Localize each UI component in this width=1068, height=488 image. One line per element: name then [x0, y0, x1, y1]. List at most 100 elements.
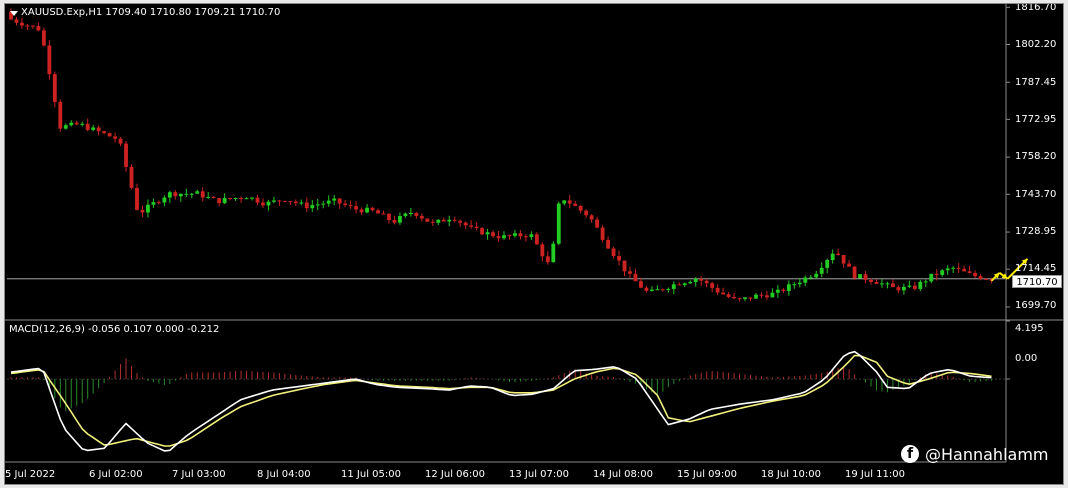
candle-body: [562, 200, 567, 204]
candle-body: [589, 215, 594, 220]
candle-body: [923, 281, 928, 283]
candle-body: [463, 222, 468, 226]
candle-body: [206, 196, 211, 198]
candle-body: [748, 297, 753, 299]
candle-body: [293, 201, 298, 204]
candle-body: [129, 166, 134, 188]
candle-body: [80, 123, 85, 125]
candle-body: [140, 209, 145, 213]
candle-body: [195, 191, 200, 194]
candle-body: [496, 236, 501, 239]
candle-body: [151, 202, 156, 205]
candle-body: [370, 207, 375, 211]
candle-body: [403, 213, 408, 216]
candle-body: [715, 287, 720, 293]
candle-body: [973, 272, 978, 277]
candle-body: [611, 248, 616, 256]
candle-body: [272, 200, 276, 202]
price-axis-label: 1699.70: [1015, 300, 1057, 311]
time-axis-label: 18 Jul 10:00: [761, 469, 821, 480]
candle-body: [228, 197, 233, 199]
candle-body: [649, 289, 654, 291]
candle-body: [233, 198, 238, 200]
candle-body: [430, 221, 435, 223]
watermark-handle: @Hannahlamm: [925, 444, 1049, 464]
time-axis-label: 11 Jul 05:00: [341, 469, 401, 480]
chart-canvas[interactable]: [5, 4, 1063, 484]
candle-body: [200, 191, 205, 198]
candle-body: [743, 297, 747, 300]
candle-body: [847, 263, 852, 267]
time-axis-label: 8 Jul 04:00: [257, 469, 311, 480]
price-axis-label: 1714.45: [1015, 263, 1057, 274]
time-axis-label: 13 Jul 07:00: [509, 469, 569, 480]
candle-body: [666, 288, 671, 290]
candle-body: [348, 205, 353, 207]
candle-body: [578, 205, 583, 211]
candle-body: [874, 281, 879, 284]
candle-body: [162, 197, 167, 203]
candle-body: [69, 122, 74, 126]
candle-body: [458, 220, 463, 223]
candle-body: [655, 289, 660, 291]
candle-body: [124, 143, 128, 167]
candle-body: [573, 203, 578, 206]
candle-body: [737, 298, 742, 300]
candle-body: [891, 283, 895, 288]
candle-body: [770, 292, 775, 298]
candle-body: [332, 198, 337, 201]
candle-body: [250, 197, 254, 199]
candle-body: [507, 235, 512, 237]
candle-body: [310, 205, 315, 209]
candle-body: [633, 273, 638, 282]
candle-body: [20, 22, 24, 26]
candle-body: [622, 260, 627, 272]
candle-body: [781, 289, 786, 291]
candle-body: [978, 276, 983, 279]
price-axis-label: 1743.70: [1015, 189, 1057, 200]
candle-body: [25, 25, 30, 27]
candle-body: [63, 125, 68, 129]
candle-body: [266, 201, 271, 206]
candle-body: [408, 213, 413, 215]
candle-body: [96, 127, 101, 132]
candle-body: [261, 202, 265, 206]
candle-body: [682, 283, 687, 286]
candle-body: [814, 273, 819, 278]
time-axis-label: 14 Jul 08:00: [593, 469, 653, 480]
candle-body: [962, 268, 967, 272]
candle-body: [326, 200, 331, 204]
candle-body: [304, 202, 309, 209]
candle-body: [545, 256, 550, 263]
candle-body: [102, 131, 107, 134]
candle-body: [808, 277, 813, 279]
candle-body: [299, 202, 304, 204]
candle-body: [863, 274, 868, 280]
candle-body: [617, 255, 621, 261]
candle-body: [343, 203, 348, 206]
macd-axis-label: 0.00: [1015, 353, 1038, 364]
candle-body: [491, 232, 495, 237]
current-price-label: 1710.70: [1012, 275, 1062, 288]
chart-window[interactable]: XAUUSD.Exp,H1 1709.40 1710.80 1709.21 17…: [4, 3, 1064, 485]
candle-body: [217, 198, 222, 204]
candle-body: [797, 282, 802, 285]
candle-body: [940, 270, 945, 275]
candle-body: [529, 234, 534, 238]
candle-body: [858, 274, 862, 279]
candle-body: [934, 273, 939, 275]
candle-body: [918, 281, 923, 289]
candle-body: [58, 101, 63, 129]
dropdown-arrow-icon[interactable]: [10, 11, 18, 16]
candle-body: [534, 234, 539, 245]
candle-body: [398, 215, 402, 223]
candle-body: [688, 282, 693, 284]
candle-body: [419, 215, 424, 219]
candle-body: [146, 204, 150, 213]
candle-body: [644, 287, 649, 291]
candle-body: [337, 198, 342, 204]
candle-body: [901, 286, 906, 291]
candle-body: [244, 198, 249, 200]
candle-body: [381, 213, 386, 215]
candle-body: [474, 226, 479, 229]
